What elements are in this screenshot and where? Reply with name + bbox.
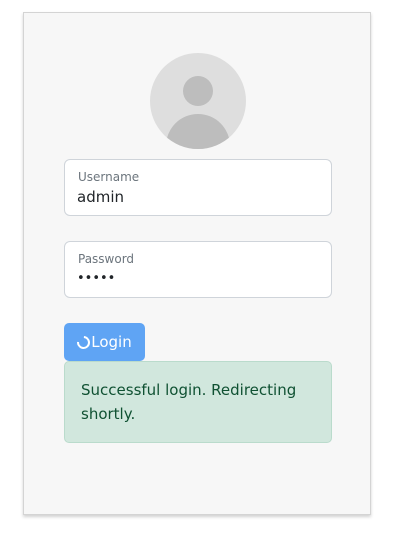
login-card: Username Password Login Successful login… [23,12,371,515]
username-field[interactable]: Username [64,159,332,216]
avatar-body [166,114,230,149]
username-input[interactable] [77,188,317,206]
status-alert: Successful login. Redirecting shortly. [64,361,332,443]
username-label: Username [78,170,140,184]
avatar-head [183,76,213,106]
user-avatar-icon [150,53,246,149]
status-message: Successful login. Redirecting shortly. [81,381,297,423]
password-input[interactable] [77,271,317,286]
login-button[interactable]: Login [64,323,145,361]
loading-spinner-icon [74,332,93,352]
login-button-label: Login [91,333,132,351]
password-field[interactable]: Password [64,241,332,298]
password-label: Password [78,252,135,266]
